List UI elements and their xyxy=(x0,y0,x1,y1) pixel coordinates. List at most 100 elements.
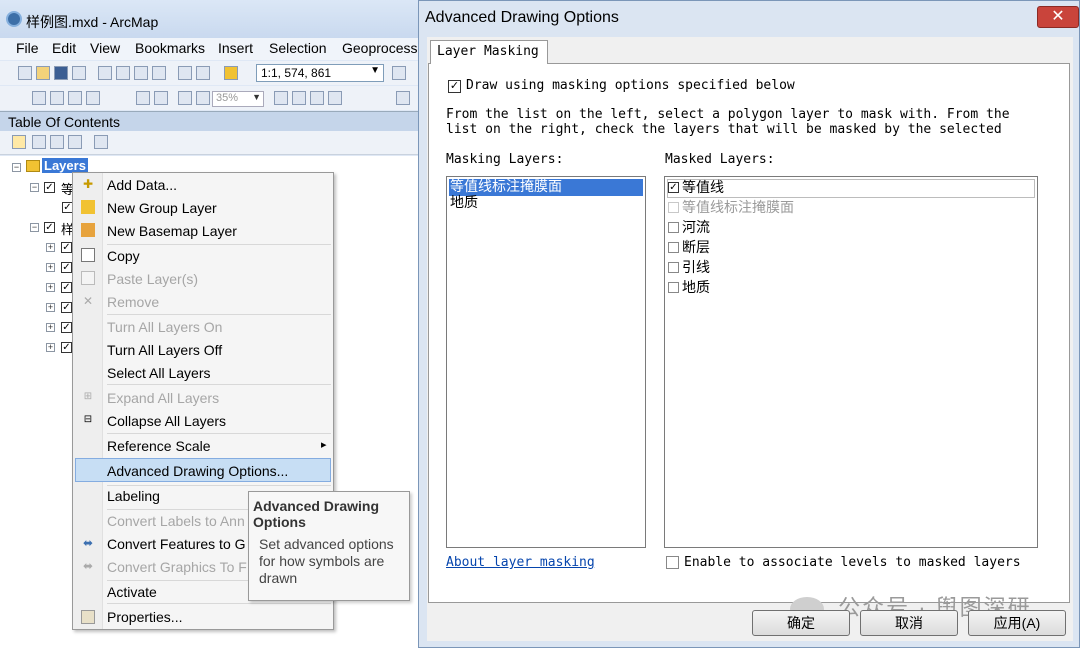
draw-masking-label: Draw using masking options specified bel… xyxy=(466,78,795,93)
tab-layer-masking[interactable]: Layer Masking xyxy=(430,40,548,64)
list-by-selection-icon[interactable] xyxy=(68,135,82,149)
paste-icon[interactable] xyxy=(134,66,148,80)
menu-separator xyxy=(107,603,331,604)
expand-toggle[interactable]: + xyxy=(46,323,55,332)
close-icon[interactable]: ✕ xyxy=(1037,6,1079,28)
convert-graphics-icon: ⬌ xyxy=(82,559,94,573)
about-layer-masking-link[interactable]: About layer masking xyxy=(446,555,595,570)
masked-layers-list[interactable]: ✓ 等值线 等值线标注掩膜面 河流 断层 引线 地质 xyxy=(664,176,1038,548)
layer-visibility-checkbox[interactable]: ✓ xyxy=(61,302,72,313)
expand-toggle[interactable]: + xyxy=(46,283,55,292)
tooltip-body: Set advanced options for how symbols are… xyxy=(259,536,394,586)
menu-view[interactable]: View xyxy=(90,40,120,56)
data-frame-icon[interactable] xyxy=(310,91,324,105)
menu-geoprocessing[interactable]: Geoprocess xyxy=(342,40,417,56)
masked-layer-checkbox[interactable]: ✓ xyxy=(668,182,679,193)
layer-visibility-checkbox[interactable]: ✓ xyxy=(44,182,55,193)
cut-icon[interactable] xyxy=(98,66,112,80)
collapse-toggle[interactable]: − xyxy=(30,183,39,192)
menu-item-select-all-layers[interactable]: Select All Layers xyxy=(107,363,211,383)
masked-layer-checkbox[interactable] xyxy=(668,262,679,273)
masking-layers-list[interactable]: 等值线标注掩膜面 地质 xyxy=(446,176,646,548)
zoom-magnifier-icon[interactable] xyxy=(396,91,410,105)
menu-insert[interactable]: Insert xyxy=(218,40,253,56)
menu-item-new-basemap-layer[interactable]: New Basemap Layer xyxy=(107,221,237,241)
open-icon[interactable] xyxy=(36,66,50,80)
full-extent-icon[interactable] xyxy=(86,91,100,105)
menu-bookmarks[interactable]: Bookmarks xyxy=(135,40,205,56)
pan-icon[interactable] xyxy=(68,91,82,105)
editor-toolbar-icon[interactable] xyxy=(392,66,406,80)
masking-layer-item[interactable]: 地质 xyxy=(450,193,478,212)
new-document-icon[interactable] xyxy=(18,66,32,80)
masked-layers-label: Masked Layers: xyxy=(665,152,775,167)
print-icon[interactable] xyxy=(72,66,86,80)
list-by-drawing-order-icon[interactable] xyxy=(12,135,26,149)
layer-visibility-checkbox[interactable]: ✓ xyxy=(61,242,72,253)
page-icon[interactable] xyxy=(178,91,192,105)
menu-item-reference-scale[interactable]: Reference Scale xyxy=(107,436,211,456)
menu-item-labeling[interactable]: Labeling xyxy=(107,486,160,506)
layout-zoom-combobox[interactable]: 35% ▼ xyxy=(212,91,264,107)
layer-visibility-checkbox[interactable]: ✓ xyxy=(61,322,72,333)
menu-item-copy[interactable]: Copy xyxy=(107,246,140,266)
focus-icon[interactable] xyxy=(274,91,288,105)
zoom-out-fixed-icon[interactable] xyxy=(50,91,64,105)
window-title: 样例图.mxd - ArcMap xyxy=(26,14,159,30)
chevron-down-icon[interactable]: ▼ xyxy=(370,65,380,76)
page-zoom-icon[interactable] xyxy=(196,91,210,105)
menu-edit[interactable]: Edit xyxy=(52,40,76,56)
menu-item-properties[interactable]: Properties... xyxy=(107,607,182,627)
list-by-source-icon[interactable] xyxy=(32,135,46,149)
masked-layer-checkbox[interactable] xyxy=(668,282,679,293)
expand-toggle[interactable]: + xyxy=(46,343,55,352)
menu-item-activate[interactable]: Activate xyxy=(107,582,157,602)
cancel-button[interactable]: 取消 xyxy=(860,610,958,636)
layout-icon[interactable] xyxy=(136,91,150,105)
expand-toggle[interactable]: + xyxy=(46,303,55,312)
menu-item-advanced-drawing-options[interactable]: Advanced Drawing Options... xyxy=(107,461,288,481)
list-by-visibility-icon[interactable] xyxy=(50,135,64,149)
masked-layer-checkbox[interactable] xyxy=(668,222,679,233)
add-data-icon[interactable] xyxy=(224,66,238,80)
redo-icon[interactable] xyxy=(196,66,210,80)
draft-icon[interactable] xyxy=(292,91,306,105)
options-icon[interactable] xyxy=(94,135,108,149)
toc-title: Table Of Contents xyxy=(0,111,418,131)
chevron-down-icon[interactable]: ▼ xyxy=(252,92,261,102)
map-scale-combobox[interactable]: 1:1, 574, 861 ▼ xyxy=(256,64,384,82)
enable-levels-checkbox[interactable] xyxy=(666,556,679,569)
undo-icon[interactable] xyxy=(178,66,192,80)
menu-item-add-data[interactable]: Add Data... xyxy=(107,175,177,195)
layer-visibility-checkbox[interactable]: ✓ xyxy=(44,222,55,233)
layer-visibility-checkbox[interactable]: ✓ xyxy=(61,262,72,273)
masked-layer-checkbox[interactable] xyxy=(668,242,679,253)
draw-masking-checkbox[interactable]: ✓ xyxy=(448,80,461,93)
menu-item-expand-all-layers: Expand All Layers xyxy=(107,390,220,406)
grid-icon[interactable] xyxy=(154,91,168,105)
tooltip-title: Advanced Drawing Options xyxy=(253,498,380,530)
menu-item-new-group-layer[interactable]: New Group Layer xyxy=(107,198,217,218)
menu-item-convert-features[interactable]: Convert Features to G xyxy=(107,534,246,554)
menu-selection[interactable]: Selection xyxy=(269,40,327,56)
masked-layer-item: 河流 xyxy=(682,219,710,235)
delete-icon[interactable] xyxy=(152,66,166,80)
layer-visibility-checkbox[interactable]: ✓ xyxy=(61,282,72,293)
collapse-toggle[interactable]: − xyxy=(30,223,39,232)
menu-file[interactable]: File xyxy=(16,40,39,56)
layers-data-frame[interactable]: Layers xyxy=(42,158,88,173)
expand-toggle[interactable]: + xyxy=(46,263,55,272)
ok-button[interactable]: 确定 xyxy=(752,610,850,636)
save-icon[interactable] xyxy=(54,66,68,80)
layer-visibility-checkbox[interactable]: ✓ xyxy=(61,342,72,353)
copy-icon[interactable] xyxy=(116,66,130,80)
add-data-icon: ✚ xyxy=(82,177,94,191)
menu-item-turn-all-layers-off[interactable]: Turn All Layers Off xyxy=(107,340,222,360)
expand-toggle[interactable]: + xyxy=(46,243,55,252)
map-scale-value: 1:1, 574, 861 xyxy=(261,66,332,80)
menu-item-collapse-all-layers[interactable]: Collapse All Layers xyxy=(107,411,226,431)
apply-button[interactable]: 应用(A) xyxy=(968,610,1066,636)
zoom-in-fixed-icon[interactable] xyxy=(32,91,46,105)
collapse-toggle[interactable]: − xyxy=(12,163,21,172)
change-layout-icon[interactable] xyxy=(328,91,342,105)
